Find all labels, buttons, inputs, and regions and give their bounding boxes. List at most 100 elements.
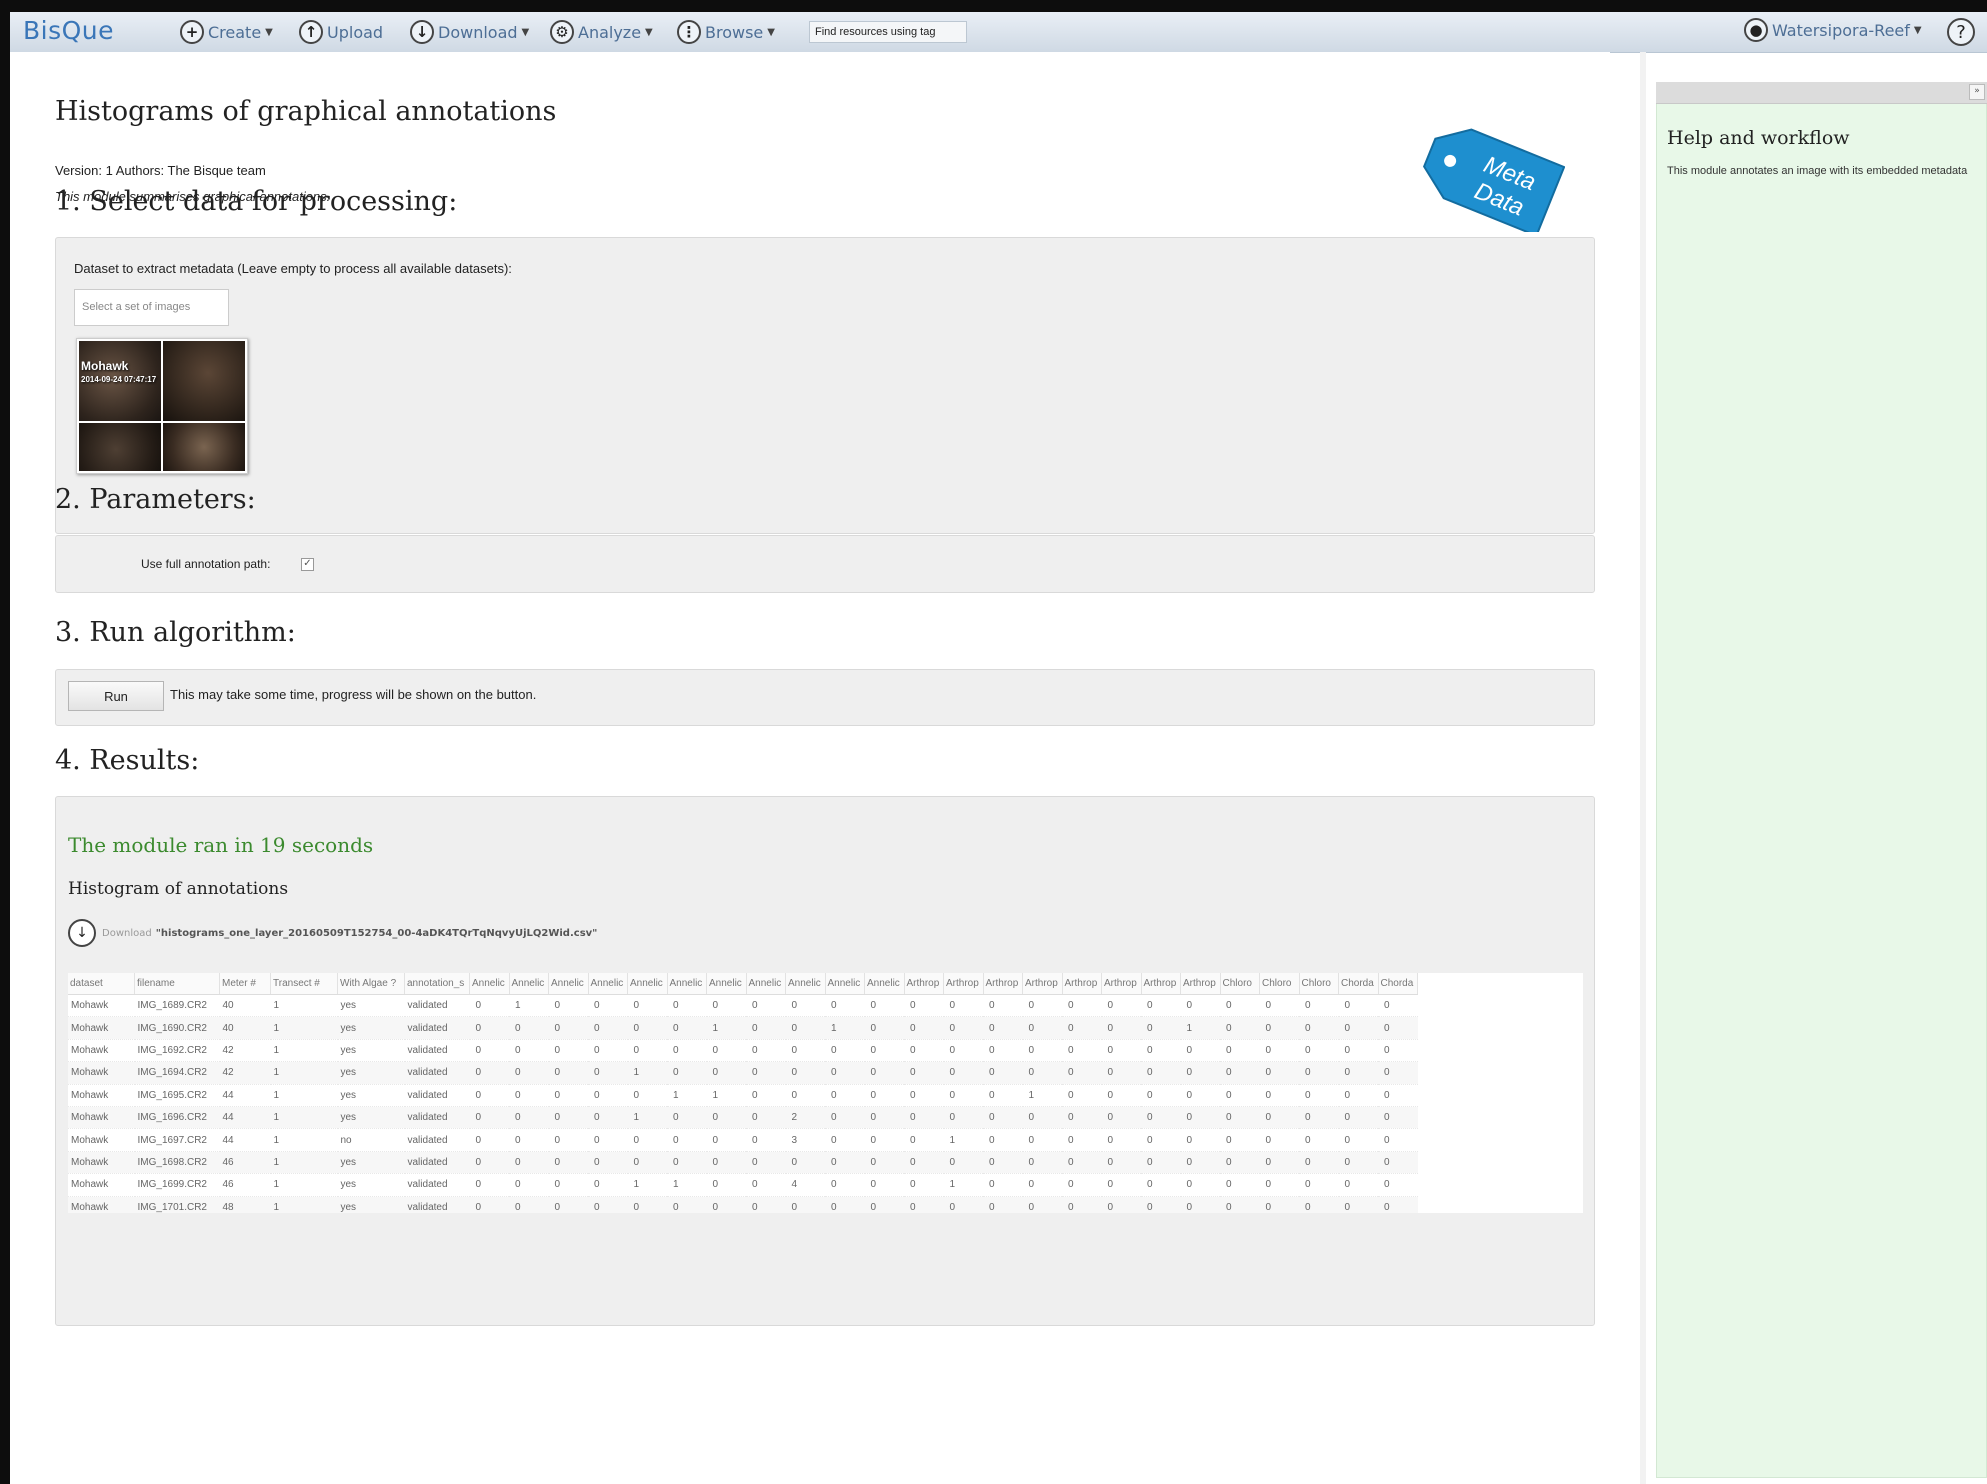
table-cell: validated — [404, 1039, 470, 1063]
table-cell: 44 — [219, 1106, 271, 1130]
table-cell: 0 — [548, 1196, 588, 1213]
table-header-cell[interactable]: Annelic — [588, 973, 628, 995]
help-title: Help and workflow — [1667, 127, 1850, 149]
table-header-cell[interactable]: Annelic — [548, 973, 589, 995]
table-cell: Mohawk — [68, 1196, 135, 1213]
table-header-cell[interactable]: Chorda — [1338, 973, 1379, 995]
run-button[interactable]: Run — [68, 681, 164, 711]
table-row[interactable]: Mohawk IMG_1698.CR2 46 1 yes validated 0 0 0 0 0 0 0… — [68, 1151, 1418, 1175]
table-cell: 1 — [270, 1106, 338, 1130]
tag-search-input[interactable]: Find resources using tag — [809, 21, 967, 43]
table-cell: 0 — [667, 1061, 707, 1085]
table-cell: 0 — [1180, 1106, 1220, 1130]
analyze-menu[interactable]: ⚙ Analyze ▼ — [550, 18, 653, 46]
table-cell: 0 — [904, 1173, 944, 1197]
table-header-cell[interactable]: filename — [134, 973, 220, 995]
table-header-cell[interactable]: Chloro — [1220, 973, 1260, 995]
dataset-date: 2014-09-24 07:47:17 — [81, 375, 157, 384]
table-cell: validated — [404, 1106, 470, 1130]
table-cell: 0 — [1220, 1084, 1260, 1107]
table-row[interactable]: Mohawk IMG_1690.CR2 40 1 yes validated 0 0 0 0 0 0 1… — [68, 1016, 1418, 1040]
table-header-cell[interactable]: Meter # — [219, 973, 271, 995]
section-heading-run: 3. Run algorithm: — [55, 617, 296, 648]
help-icon[interactable]: ? — [1947, 18, 1975, 46]
table-cell: 0 — [1299, 1061, 1339, 1085]
table-cell: 0 — [706, 994, 746, 1018]
create-menu[interactable]: + Create ▼ — [180, 18, 273, 46]
table-header-cell[interactable]: Annelic — [785, 973, 826, 995]
table-cell: 0 — [1141, 994, 1181, 1018]
table-cell: Mohawk — [68, 1173, 135, 1197]
table-header-cell[interactable]: Arthrop — [904, 973, 944, 995]
table-cell: 0 — [983, 1061, 1023, 1085]
table-header-cell[interactable]: Chloro — [1259, 973, 1300, 995]
table-cell: 0 — [667, 1151, 707, 1175]
dataset-select-input[interactable]: Select a set of images — [74, 289, 229, 326]
bisque-logo[interactable]: BisQue — [23, 16, 114, 45]
browse-label: Browse — [705, 22, 764, 42]
table-cell: 0 — [983, 1106, 1023, 1130]
full-path-label: Use full annotation path: — [141, 557, 271, 571]
table-header-cell[interactable]: Annelic — [864, 973, 905, 995]
table-cell: yes — [337, 1196, 405, 1213]
table-header-cell[interactable]: Arthrop — [1101, 973, 1142, 995]
table-header-cell[interactable]: Chloro — [1299, 973, 1339, 995]
table-cell: yes — [337, 1084, 405, 1107]
table-header-cell[interactable]: Transect # — [270, 973, 338, 995]
table-cell: 1 — [270, 994, 338, 1018]
table-row[interactable]: Mohawk IMG_1697.CR2 44 1 no validated 0 0 0 0 0 0 0 0… — [68, 1128, 1418, 1152]
table-header-cell[interactable]: Annelic — [706, 973, 747, 995]
download-csv-link[interactable]: ↓ Download "histograms_one_layer_2016050… — [68, 919, 597, 947]
table-row[interactable]: Mohawk IMG_1694.CR2 42 1 yes validated 0 0 0 0 1 0 0… — [68, 1061, 1418, 1085]
dataset-thumbnail[interactable]: Mohawk 2014-09-24 07:47:17 — [76, 338, 248, 474]
table-header-cell[interactable]: Arthrop — [1022, 973, 1063, 995]
table-cell: 0 — [588, 1016, 628, 1040]
upload-button[interactable]: ↑ Upload — [299, 18, 383, 46]
browse-menu[interactable]: ⋮ Browse ▼ — [677, 18, 775, 46]
full-path-checkbox[interactable]: ✓ — [301, 558, 314, 571]
table-header-cell[interactable]: With Algae ? — [337, 973, 405, 995]
parameters-panel: Use full annotation path: ✓ — [55, 535, 1595, 593]
table-row[interactable]: Mohawk IMG_1689.CR2 40 1 yes validated 0 1 0 0 0 0 0… — [68, 994, 1418, 1018]
table-header-cell[interactable]: Annelic — [627, 973, 668, 995]
table-cell: 0 — [1338, 1016, 1378, 1040]
table-cell: 0 — [667, 1196, 707, 1213]
table-cell: 0 — [1141, 1084, 1181, 1107]
table-row[interactable]: Mohawk IMG_1696.CR2 44 1 yes validated 0 0 0 0 1 0 0… — [68, 1106, 1418, 1130]
table-cell: 0 — [1220, 1196, 1260, 1213]
table-header-cell[interactable]: Annelic — [469, 973, 510, 995]
page-title: Histograms of graphical annotations — [55, 96, 557, 127]
table-header-cell[interactable]: dataset — [68, 973, 135, 995]
table-cell: 0 — [1180, 1173, 1220, 1197]
download-menu[interactable]: ↓ Download ▼ — [410, 18, 529, 46]
user-menu[interactable]: ● Watersipora-Reef ▼ — [1744, 18, 1922, 42]
table-cell: 0 — [469, 1196, 509, 1213]
table-header-cell[interactable]: Chorda — [1378, 973, 1418, 995]
table-cell: 1 — [943, 1173, 983, 1197]
panel-splitter[interactable] — [1640, 52, 1646, 1484]
table-cell: 4 — [785, 1173, 825, 1197]
table-cell: 0 — [785, 994, 825, 1018]
table-cell: 0 — [1378, 1106, 1418, 1130]
table-row[interactable]: Mohawk IMG_1699.CR2 46 1 yes validated 0 0 0 0 1 1 0… — [68, 1173, 1418, 1197]
table-header-cell[interactable]: Arthrop — [1062, 973, 1102, 995]
table-cell: 0 — [785, 1196, 825, 1213]
table-header-cell[interactable]: Arthrop — [1180, 973, 1221, 995]
table-cell: 0 — [1259, 1084, 1299, 1107]
table-header-cell[interactable]: Annelic — [509, 973, 549, 995]
table-header-cell[interactable]: Annelic — [667, 973, 707, 995]
table-row[interactable]: Mohawk IMG_1701.CR2 48 1 yes validated 0 0 0 0 0 0 0… — [68, 1196, 1418, 1213]
table-header-cell[interactable]: Arthrop — [943, 973, 984, 995]
run-time-message: The module ran in 19 seconds — [68, 833, 374, 857]
table-header-cell[interactable]: annotation_s — [404, 973, 470, 995]
table-row[interactable]: Mohawk IMG_1692.CR2 42 1 yes validated 0 0 0 0 0 0 0… — [68, 1039, 1418, 1063]
table-header-cell[interactable]: Annelic — [746, 973, 786, 995]
collapse-panel-icon[interactable]: » — [1969, 84, 1985, 100]
table-row[interactable]: Mohawk IMG_1695.CR2 44 1 yes validated 0 0 0 0 0 1 1… — [68, 1084, 1418, 1107]
table-header-cell[interactable]: Arthrop — [983, 973, 1023, 995]
table-cell: 0 — [588, 994, 628, 1018]
table-header-cell[interactable]: Arthrop — [1141, 973, 1181, 995]
table-cell: 1 — [270, 1084, 338, 1107]
table-header-cell[interactable]: Annelic — [825, 973, 865, 995]
table-cell: Mohawk — [68, 1061, 135, 1085]
